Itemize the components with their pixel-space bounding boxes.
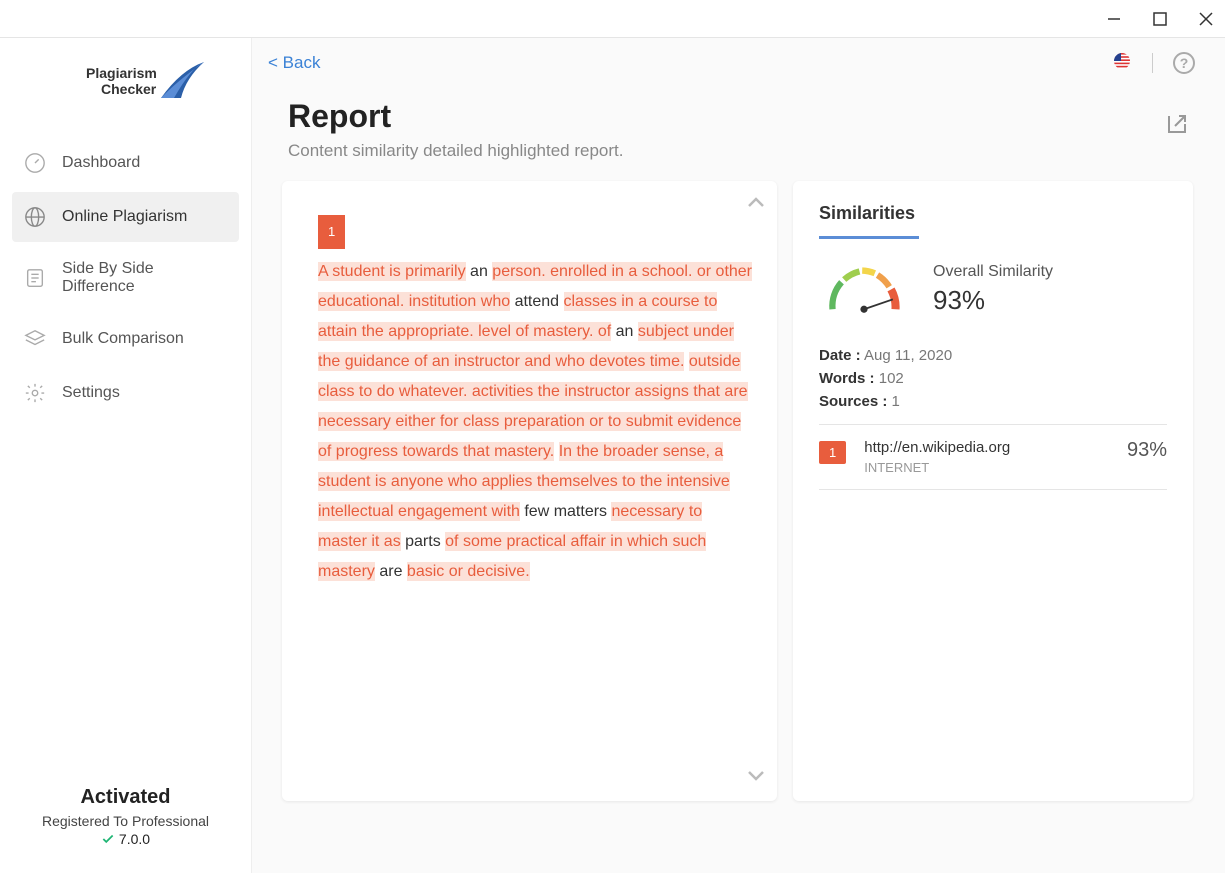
help-icon[interactable]: ? — [1173, 52, 1195, 74]
app-version: 7.0.0 — [0, 831, 251, 847]
source-row[interactable]: 1 http://en.wikipedia.org INTERNET 93% — [819, 439, 1167, 475]
layers-icon — [24, 328, 46, 350]
meta-words: Words : 102 — [819, 370, 1167, 387]
document-icon — [24, 267, 46, 289]
globe-icon — [24, 206, 46, 228]
svg-text:Checker: Checker — [101, 81, 157, 97]
check-icon — [101, 832, 115, 846]
page-subtitle: Content similarity detailed highlighted … — [288, 141, 623, 161]
license-status: Activated — [0, 786, 251, 809]
close-button[interactable] — [1197, 10, 1215, 28]
window-titlebar — [0, 0, 1225, 38]
similarities-panel: Similarities Overall Similarity 93 — [793, 181, 1193, 801]
nav-label: Side By Side Difference — [62, 260, 227, 296]
meta-sources: Sources : 1 — [819, 393, 1167, 410]
divider — [1152, 53, 1153, 73]
nav-label: Bulk Comparison — [62, 330, 184, 348]
nav-label: Settings — [62, 384, 120, 402]
meta-date: Date : Aug 11, 2020 — [819, 347, 1167, 364]
app-logo: Plagiarism Checker — [0, 38, 251, 128]
gauge-icon — [24, 152, 46, 174]
nav-side-by-side[interactable]: Side By Side Difference — [12, 246, 239, 310]
divider — [819, 489, 1167, 490]
source-percentage: 93% — [1127, 439, 1167, 462]
sidebar-footer: Activated Registered To Professional 7.0… — [0, 766, 251, 873]
scroll-up-icon[interactable] — [747, 195, 765, 213]
text-panel: 1 A student is primarily an person. enro… — [282, 181, 777, 801]
similarities-title: Similarities — [819, 203, 1167, 236]
overall-similarity-value: 93% — [933, 285, 1053, 316]
gauge-icon — [819, 259, 909, 319]
divider — [819, 424, 1167, 425]
tab-underline — [819, 236, 919, 239]
minimize-button[interactable] — [1105, 10, 1123, 28]
report-text: 1 A student is primarily an person. enro… — [318, 215, 755, 587]
nav-label: Dashboard — [62, 154, 140, 172]
svg-text:Plagiarism: Plagiarism — [86, 65, 157, 81]
nav-dashboard[interactable]: Dashboard — [12, 138, 239, 188]
source-type: INTERNET — [864, 460, 1109, 475]
maximize-button[interactable] — [1151, 10, 1169, 28]
license-registered: Registered To Professional — [0, 813, 251, 829]
page-title: Report — [288, 98, 623, 135]
flag-icon[interactable] — [1112, 53, 1132, 74]
sidebar: Plagiarism Checker Dashboard Online Plag… — [0, 38, 252, 873]
overall-similarity-label: Overall Similarity — [933, 263, 1053, 281]
nav-online-plagiarism[interactable]: Online Plagiarism — [12, 192, 239, 242]
source-url: http://en.wikipedia.org — [864, 439, 1109, 456]
nav-label: Online Plagiarism — [62, 208, 187, 226]
export-icon[interactable] — [1165, 112, 1189, 141]
source-badge: 1 — [819, 441, 846, 464]
nav-settings[interactable]: Settings — [12, 368, 239, 418]
scroll-down-icon[interactable] — [747, 769, 765, 787]
gear-icon — [24, 382, 46, 404]
back-button[interactable]: < Back — [268, 53, 320, 73]
nav-bulk-comparison[interactable]: Bulk Comparison — [12, 314, 239, 364]
source-marker-badge: 1 — [318, 215, 345, 249]
